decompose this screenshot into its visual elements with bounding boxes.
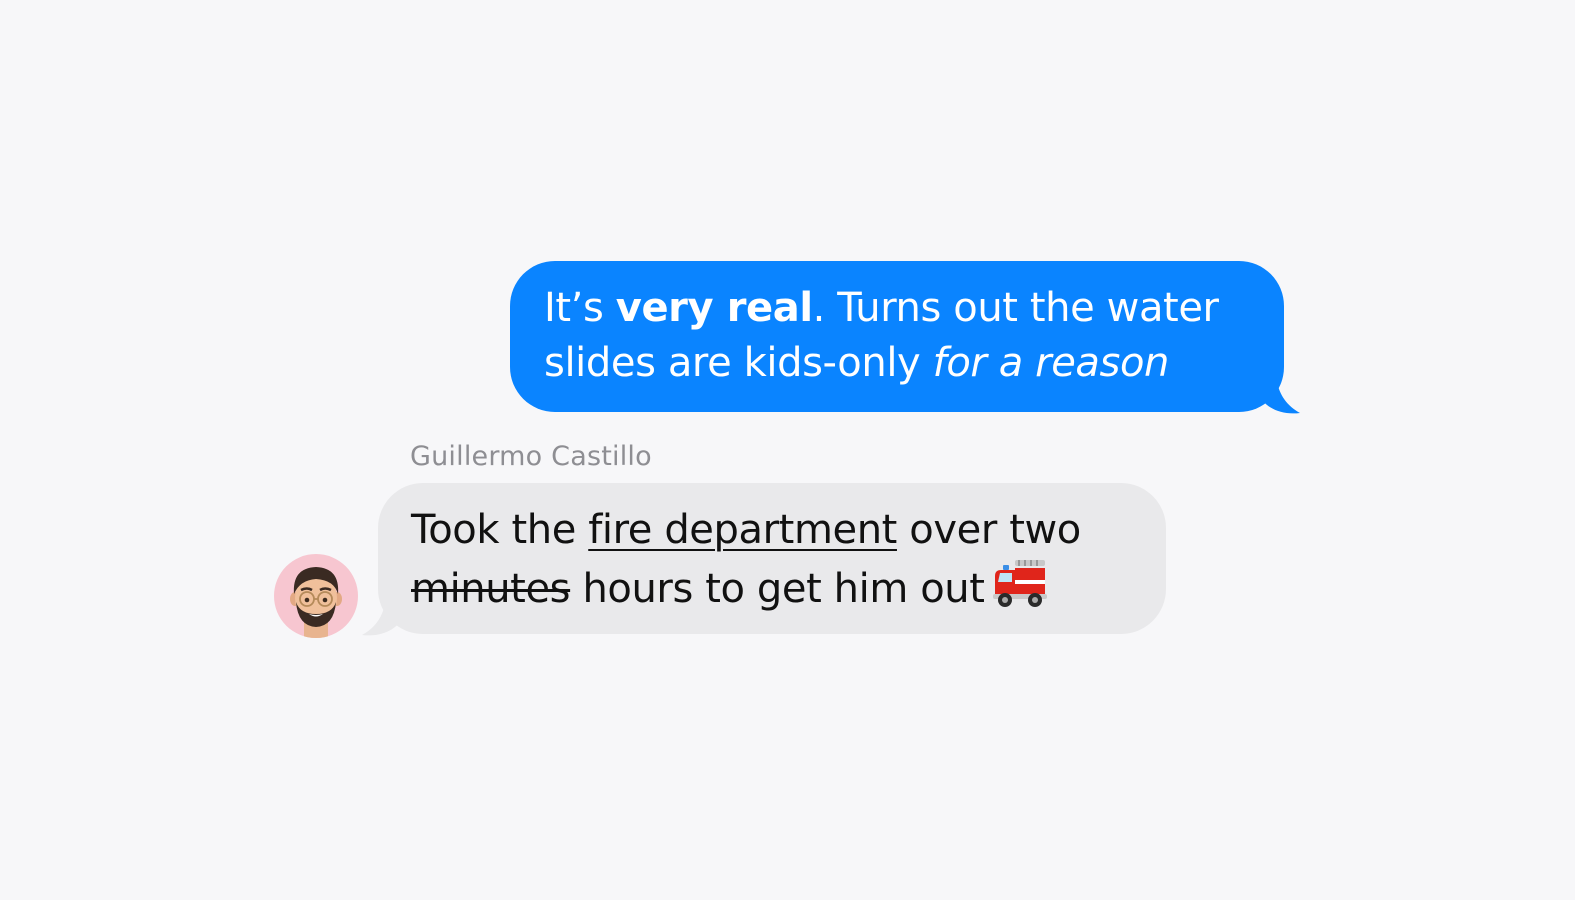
outgoing-text-prefix: It’s	[544, 285, 616, 331]
outgoing-text-line2: slides are kids-only	[544, 340, 933, 386]
outgoing-message-line-2: slides are kids-only for a reason	[544, 336, 1254, 391]
incoming-text-strikethrough: minutes	[411, 566, 571, 612]
fire-engine-icon	[992, 560, 1047, 607]
outgoing-message-bubble[interactable]: It’s very real. Turns out the water slid…	[510, 261, 1284, 412]
incoming-text-underlined: fire department	[588, 507, 897, 553]
outgoing-message-line-1: It’s very real. Turns out the water	[544, 281, 1254, 336]
sender-name: Guillermo Castillo	[410, 441, 652, 472]
incoming-bubble-tail	[362, 592, 400, 636]
incoming-text-line2-end: hours to get him out	[570, 566, 985, 612]
incoming-message-bubble[interactable]: Took the fire department over two minute…	[378, 483, 1166, 634]
sender-avatar[interactable]	[274, 554, 358, 638]
incoming-message-line-1: Took the fire department over two	[411, 503, 1146, 558]
outgoing-text-italic: for a reason	[932, 340, 1170, 386]
outgoing-text-bold: very real	[615, 285, 813, 331]
conversation-view: It’s very real. Turns out the water slid…	[0, 0, 1575, 900]
incoming-text-line1-end: over two	[896, 507, 1081, 553]
outgoing-text-middle: . Turns out the water	[812, 285, 1219, 331]
outgoing-bubble-tail	[1262, 370, 1300, 414]
incoming-text-line1-start: Took the	[411, 507, 589, 553]
memoji-avatar-icon	[290, 567, 342, 638]
incoming-message-line-2: minutes hours to get him out	[411, 558, 1146, 617]
